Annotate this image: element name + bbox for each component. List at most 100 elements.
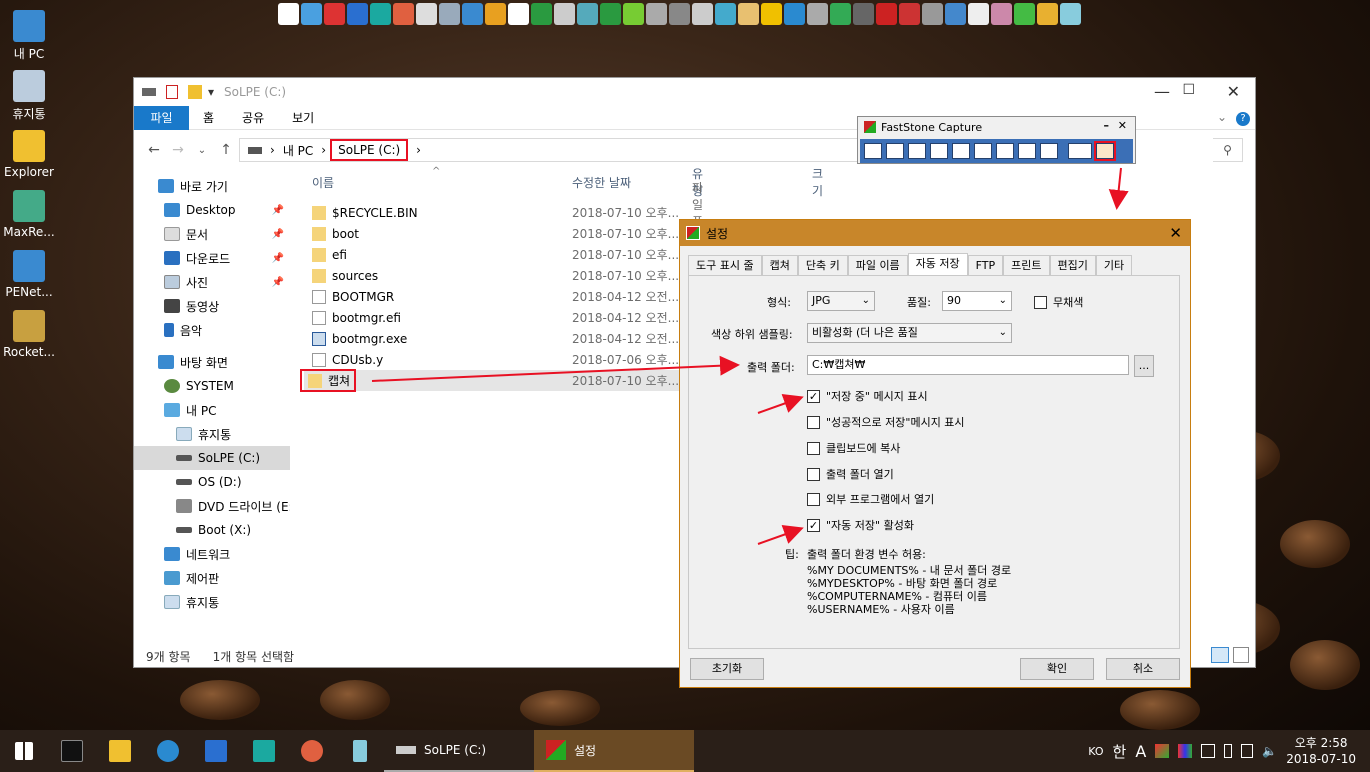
tab-share[interactable]: 공유 xyxy=(228,106,278,130)
taskbar-cmd[interactable] xyxy=(48,730,96,772)
capture-object-icon[interactable] xyxy=(908,143,926,159)
faststone-icon[interactable] xyxy=(531,3,552,25)
star-icon[interactable] xyxy=(554,3,575,25)
dice-icon[interactable] xyxy=(899,3,920,25)
start-button[interactable] xyxy=(0,730,48,772)
table-row[interactable]: CDUsb.y 2018-07-06 오후... xyxy=(304,349,684,370)
capture-rect-icon[interactable] xyxy=(930,143,948,159)
paint-icon[interactable] xyxy=(393,3,414,25)
folder-group-icon[interactable] xyxy=(738,3,759,25)
camera2-icon[interactable] xyxy=(922,3,943,25)
tab-filename[interactable]: 파일 이름 xyxy=(847,255,908,275)
clipboard-checkbox[interactable]: 클립보드에 복사 xyxy=(807,440,900,456)
nav-item-videos[interactable]: 동영상 xyxy=(134,294,290,318)
task-settings[interactable]: 설정 xyxy=(534,730,694,772)
tab-home[interactable]: 홈 xyxy=(189,106,228,130)
nav-item-os[interactable]: OS (D:) xyxy=(134,470,290,494)
breadcrumb[interactable]: › 내 PC › SoLPE (C:) › xyxy=(239,138,869,162)
taskbar-ie[interactable] xyxy=(144,730,192,772)
monochrome-checkbox[interactable]: 무채색 xyxy=(1034,294,1083,310)
minimize-button[interactable]: — xyxy=(1154,82,1170,101)
back-button[interactable]: ← xyxy=(142,142,166,158)
cup-icon[interactable] xyxy=(1060,3,1081,25)
details-view-button[interactable] xyxy=(1211,647,1229,663)
tab-hotkeys[interactable]: 단축 키 xyxy=(797,255,848,275)
grid-red-icon[interactable] xyxy=(876,3,897,25)
triangle-icon[interactable] xyxy=(301,3,322,25)
recent-dropdown-icon[interactable]: ⌄ xyxy=(190,145,214,156)
brush-icon[interactable] xyxy=(715,3,736,25)
format-select[interactable]: JPG ⌄ xyxy=(807,291,875,311)
nav-item-desktop[interactable]: Desktop 📌 xyxy=(134,198,290,222)
output-dropdown-icon[interactable] xyxy=(1068,143,1092,159)
maximize-button[interactable]: ☐ xyxy=(1182,82,1195,98)
table-row[interactable]: bootmgr.efi 2018-04-12 오전... xyxy=(304,307,684,328)
tab-toolbar[interactable]: 도구 표시 줄 xyxy=(688,255,762,275)
nav-item-dvd[interactable]: DVD 드라이브 (E: xyxy=(134,494,290,518)
taskbar-paint[interactable] xyxy=(288,730,336,772)
7zip-icon[interactable] xyxy=(278,3,299,25)
sun-icon[interactable] xyxy=(761,3,782,25)
minimize-button[interactable]: – xyxy=(1104,119,1110,132)
capture-freehand-icon[interactable] xyxy=(952,143,970,159)
table-row[interactable]: sources 2018-07-10 오후... xyxy=(304,265,684,286)
up-button[interactable]: ↑ xyxy=(214,142,238,158)
clock[interactable]: 오후 2:58 2018-07-10 xyxy=(1286,735,1356,767)
chevron-right-icon[interactable]: › xyxy=(416,143,421,157)
breadcrumb-current[interactable]: SoLPE (C:) xyxy=(330,139,409,161)
nav-item-pictures[interactable]: 사진 📌 xyxy=(134,270,290,294)
media-icon[interactable] xyxy=(991,3,1012,25)
table-row[interactable]: BOOTMGR 2018-04-12 오전... xyxy=(304,286,684,307)
output-folder-input[interactable]: C:₩캡쳐₩ xyxy=(807,355,1129,375)
tab-capture[interactable]: 캡쳐 xyxy=(761,255,798,275)
quality-select[interactable]: 90 ⌄ xyxy=(942,291,1012,311)
ie-small-icon[interactable] xyxy=(945,3,966,25)
new-folder-icon[interactable] xyxy=(188,85,202,99)
gear-icon[interactable] xyxy=(462,3,483,25)
taskbar-cup[interactable] xyxy=(336,730,384,772)
desktop-icon-recycle[interactable]: 휴지통 xyxy=(2,70,56,122)
capture-fixed-icon[interactable] xyxy=(1018,143,1036,159)
close-button[interactable]: ✕ xyxy=(1118,119,1127,132)
cancel-button[interactable]: 취소 xyxy=(1106,658,1180,680)
tray-app-icon[interactable] xyxy=(1155,744,1170,758)
network-icon[interactable] xyxy=(1241,744,1254,758)
capture-fullscreen-icon[interactable] xyxy=(974,143,992,159)
nav-item-solpe[interactable]: SoLPE (C:) xyxy=(134,446,290,470)
table-row[interactable]: boot 2018-07-10 오후... xyxy=(304,223,684,244)
ime-indicator[interactable]: 한 xyxy=(1113,741,1127,762)
desktop-icon-mypc[interactable]: 내 PC xyxy=(2,10,56,62)
nav-item-recycle[interactable]: 휴지통 xyxy=(134,422,290,446)
chat-icon[interactable] xyxy=(623,3,644,25)
taskbar-a-app[interactable] xyxy=(192,730,240,772)
table-row[interactable]: bootmgr.exe 2018-04-12 오전... xyxy=(304,328,684,349)
tab-other[interactable]: 기타 xyxy=(1095,255,1133,275)
nav-item-network[interactable]: 네트워크 xyxy=(134,542,290,566)
ok-button[interactable]: 확인 xyxy=(1020,658,1094,680)
desktop-icon-maxre[interactable]: MaxRe... xyxy=(2,190,56,239)
camera-icon[interactable] xyxy=(692,3,713,25)
chevron-right-icon[interactable]: › xyxy=(270,143,275,157)
nav-item-control-panel[interactable]: 제어판 xyxy=(134,566,290,590)
printer-icon[interactable] xyxy=(646,3,667,25)
clock-icon[interactable] xyxy=(577,3,598,25)
screen-icon[interactable] xyxy=(830,3,851,25)
external-program-checkbox[interactable]: 외부 프로그램에서 열기 xyxy=(807,491,934,507)
success-message-checkbox[interactable]: "성공적으로 저장"메시지 표시 xyxy=(807,414,965,430)
lock-icon[interactable] xyxy=(807,3,828,25)
drive-icon[interactable] xyxy=(439,3,460,25)
open-folder-checkbox[interactable]: 출력 폴더 열기 xyxy=(807,466,894,482)
fc-icon[interactable] xyxy=(508,3,529,25)
task-explorer[interactable]: SoLPE (C:) xyxy=(384,730,534,772)
utorrent-icon[interactable] xyxy=(1014,3,1035,25)
play-icon[interactable] xyxy=(600,3,621,25)
search-box[interactable]: ⚲ xyxy=(1213,138,1243,162)
enable-autosave-checkbox[interactable]: ✓ "자동 저장" 활성화 xyxy=(807,517,914,533)
volume-icon[interactable]: 🔈 xyxy=(1262,744,1277,758)
ie-icon[interactable] xyxy=(784,3,805,25)
tray-color-icon[interactable] xyxy=(1178,744,1193,758)
table-row[interactable]: efi 2018-07-10 오후... xyxy=(304,244,684,265)
properties-icon[interactable] xyxy=(166,85,178,99)
tiles-view-button[interactable] xyxy=(1233,647,1249,663)
diamond-red-icon[interactable] xyxy=(324,3,345,25)
